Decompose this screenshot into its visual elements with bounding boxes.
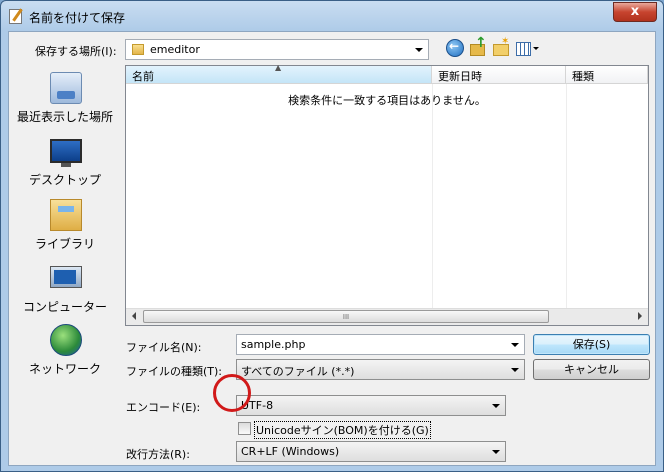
chevron-down-icon: [492, 404, 500, 408]
filename-label: ファイル名(N):: [126, 341, 202, 354]
horizontal-scrollbar[interactable]: III: [126, 308, 648, 325]
chevron-down-icon: [415, 48, 423, 52]
desktop-icon: [50, 139, 82, 167]
location-combo[interactable]: emeditor: [125, 39, 429, 60]
chevron-down-icon: [511, 343, 519, 347]
filetype-label: ファイルの種類(T):: [126, 365, 223, 378]
linebreak-value: CR+LF (Windows): [241, 445, 340, 458]
place-label: 最近表示した場所: [16, 110, 113, 124]
up-folder-icon[interactable]: [469, 35, 487, 57]
folder-icon: [132, 44, 144, 55]
network-icon: [50, 324, 82, 356]
filetype-select[interactable]: すべてのファイル (*.*): [236, 359, 525, 380]
place-label: デスクトップ: [28, 173, 101, 187]
view-menu-icon[interactable]: [515, 39, 541, 57]
linebreak-label: 改行方法(R):: [126, 448, 190, 461]
empty-message: 検索条件に一致する項目はありません。: [288, 94, 486, 107]
dialog-body: 保存する場所(I): emeditor 最近表示した場所 デスクトップ ライブラ…: [8, 31, 656, 466]
chevron-down-icon: [511, 368, 519, 372]
filename-value: sample.php: [241, 338, 306, 351]
file-list[interactable]: ▲ 名前 更新日時 種類 検索条件に一致する項目はありません。 III: [125, 63, 649, 326]
notepad-icon: [9, 9, 22, 24]
back-arrow-icon[interactable]: [446, 39, 464, 57]
column-divider: [566, 84, 567, 308]
new-folder-icon[interactable]: [492, 36, 510, 57]
column-header-label: 種類: [572, 70, 594, 83]
column-header-modified[interactable]: 更新日時: [432, 66, 566, 84]
place-label: ライブラリ: [34, 237, 95, 251]
encoding-label: エンコード(E):: [126, 401, 201, 414]
computer-icon: [50, 266, 82, 288]
column-header-label: 名前: [132, 70, 154, 83]
column-divider: [432, 84, 433, 308]
scroll-left-icon[interactable]: [132, 312, 136, 320]
column-header-label: 更新日時: [438, 70, 482, 83]
location-value: emeditor: [150, 43, 200, 56]
column-header-name[interactable]: ▲ 名前: [126, 63, 432, 84]
title-bar[interactable]: 名前を付けて保存 x: [1, 1, 663, 31]
scroll-right-icon[interactable]: [638, 312, 642, 320]
save-as-dialog: 名前を付けて保存 x 保存する場所(I): emeditor 最近表示した場所 …: [0, 0, 664, 472]
highlight-circle: [213, 374, 251, 412]
cancel-button[interactable]: キャンセル: [533, 359, 650, 380]
chevron-down-icon: [492, 450, 500, 454]
save-button[interactable]: 保存(S): [533, 334, 650, 355]
libraries-icon: [50, 199, 82, 231]
scroll-thumb[interactable]: III: [143, 310, 549, 323]
places-bar: 最近表示した場所 デスクトップ ライブラリ コンピューター ネットワーク: [10, 59, 120, 381]
sort-ascending-icon: ▲: [275, 63, 282, 72]
recent-places-icon: [50, 72, 82, 104]
location-label: 保存する場所(I):: [35, 45, 117, 58]
encoding-select[interactable]: UTF-8: [236, 395, 506, 416]
place-label: コンピューター: [22, 300, 107, 314]
column-header-type[interactable]: 種類: [566, 66, 648, 84]
place-label: ネットワーク: [28, 362, 101, 376]
window-title: 名前を付けて保存: [29, 11, 126, 25]
filename-input[interactable]: sample.php: [236, 334, 525, 355]
bom-label[interactable]: Unicodeサイン(BOM)を付ける(G): [254, 421, 431, 439]
filetype-value: すべてのファイル (*.*): [241, 365, 355, 378]
close-button[interactable]: x: [613, 2, 657, 22]
linebreak-select[interactable]: CR+LF (Windows): [236, 441, 506, 462]
bom-checkbox[interactable]: [238, 422, 251, 435]
